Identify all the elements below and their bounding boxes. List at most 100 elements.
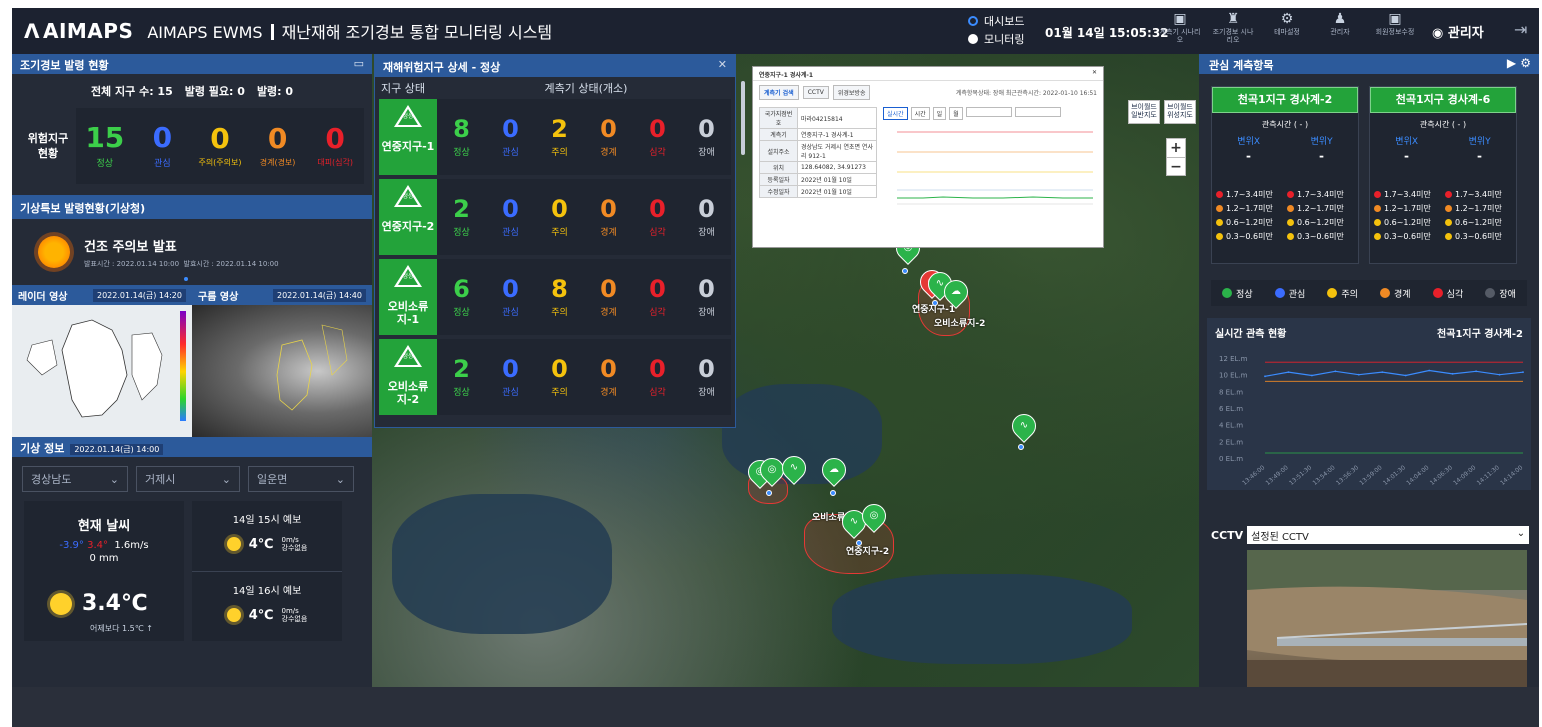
x-tick-label: 14:01:30	[1382, 464, 1407, 487]
sensor-marker[interactable]: ∿	[1007, 409, 1041, 443]
chevron-down-icon: ⌄	[1516, 528, 1526, 539]
chip-day[interactable]: 일	[932, 107, 947, 120]
instrument-count: 0 경계	[600, 355, 617, 398]
district-row[interactable]: 정상 연중지구-2 2 정상 0 관심 0 주의 0 경계 0 심각 0 장애	[379, 179, 731, 255]
data-point	[1381, 371, 1384, 374]
radar-image[interactable]	[12, 305, 192, 437]
chip-month[interactable]: 월	[949, 107, 963, 120]
realtime-header: 실시간 관측 현황 천곡1지구 경사계-2	[1207, 318, 1531, 344]
risk-normal[interactable]: 15 정상	[82, 122, 128, 170]
instrument-count: 6 정상	[453, 275, 470, 318]
chip-hour[interactable]: 시간	[910, 107, 930, 120]
tool-member-edit[interactable]: ▣ 회원정보수정	[1373, 11, 1417, 37]
current-weather: 현재 날씨 -3.9° 3.4° 1.6m/s 0 mm 3.4℃ 어제보다 1…	[24, 501, 184, 641]
info-value: 2022년 01월 10일	[797, 173, 877, 186]
tool-admin[interactable]: ♟ 관리자	[1318, 11, 1362, 37]
page-title: AIMAPS EWMS 재난재해 조기경보 통합 모니터링 시스템	[147, 19, 552, 43]
realtime-chart: 12 EL.m 10 EL.m 8 EL.m 6 EL.m 4 EL.m 2 EL.m 0 …	[1207, 344, 1531, 490]
series-line	[1264, 369, 1524, 377]
info-row: 설치주소 경상남도 거제시 연초면 연사리 912-1	[759, 140, 877, 162]
current-temp: 3.4℃	[82, 591, 148, 616]
risk-interest[interactable]: 0 관심	[139, 122, 185, 170]
district-columns: 지구 상태 계측기 상태(개소)	[381, 82, 628, 95]
risk-alert[interactable]: 0 경계(경보)	[255, 123, 301, 169]
tab-broadcast[interactable]: 위경보방송	[832, 85, 871, 100]
popup-chart-area: 실시간 시간 일 월	[883, 107, 1097, 241]
instrument-count: 0 관심	[502, 115, 519, 158]
monitor-edit-icon: ▣	[1388, 11, 1402, 27]
mode-monitoring-radio[interactable]: 모니터링	[968, 30, 1024, 48]
sensor-dot[interactable]	[932, 300, 938, 306]
status-text: 정상	[402, 273, 414, 280]
district-row[interactable]: 정상 오비소류지-1 6 정상 0 관심 8 주의 0 경계 0 심각 0 장애	[379, 259, 731, 335]
close-icon[interactable]: ✕	[718, 58, 727, 71]
cloud-image[interactable]	[192, 305, 372, 437]
tab-cctv[interactable]: CCTV	[802, 86, 829, 99]
risk-caution[interactable]: 0 주의(주의보)	[197, 123, 243, 169]
district-row[interactable]: 정상 오비소류지-2 2 정상 0 관심 0 주의 0 경계 0 심각 0 장애	[379, 339, 731, 415]
sensor-dot[interactable]	[1018, 444, 1024, 450]
data-point	[1311, 374, 1313, 377]
chip-realtime[interactable]: 실시간	[883, 107, 908, 120]
instrument-count: 0 관심	[502, 355, 519, 398]
top-bar: ᐱ AIMAPS AIMAPS EWMS 재난재해 조기경보 통합 모니터링 시스템…	[12, 8, 1539, 54]
logo[interactable]: ᐱ AIMAPS	[24, 19, 133, 43]
system-title: 재난재해 조기경보 통합 모니터링 시스템	[281, 23, 553, 42]
instrument-count: 0 관심	[502, 275, 519, 318]
weather-alert: 건조 주의보 발표 발표시간 : 2022.01.14 10:00 발효시간 :…	[12, 219, 372, 285]
sensor-dot[interactable]	[830, 490, 836, 496]
gear-icon[interactable]: ⚙	[1520, 56, 1531, 70]
tool-theme[interactable]: ⚙ 테마설정	[1265, 11, 1309, 37]
scrollbar[interactable]	[741, 81, 745, 155]
end-date-field[interactable]	[1014, 107, 1061, 117]
gauge-ranges: 1.7~3.4미만 1.7~3.4미만 1.2~1.7미만 1.2~1.7미만 …	[1212, 163, 1358, 242]
siren-icon: ♜	[1226, 11, 1240, 27]
district-name: 연중지구-2	[381, 220, 435, 233]
info-key: 수정일자	[759, 185, 798, 198]
map-satellite-button[interactable]: 브이월드 위성지도	[1164, 100, 1196, 124]
gear-icon: ⚙	[1280, 11, 1294, 27]
status-text: 정상	[402, 113, 414, 120]
info-row: 등록일자 2022년 01월 10일	[759, 173, 877, 186]
pager-dot[interactable]	[184, 277, 188, 281]
start-date-field[interactable]	[965, 107, 1012, 117]
status-legend: 정상 관심 주의 경계 심각 장애	[1211, 280, 1527, 306]
interest-header: 관심 계측항목 ▶ ⚙	[1199, 54, 1539, 74]
cctv-video[interactable]	[1247, 550, 1527, 687]
tool-warning-scenario[interactable]: ♜ 조기경보 시나리오	[1211, 11, 1255, 45]
cctv-select[interactable]: 설정된 CCTV ⌄	[1247, 526, 1530, 544]
map-normal-button[interactable]: 브이월드 일반지도	[1128, 100, 1160, 124]
close-icon[interactable]: ✕	[1092, 69, 1097, 76]
district-row[interactable]: 정상 연중지구-1 8 정상 0 관심 2 주의 0 경계 0 심각 0 장애	[379, 99, 731, 175]
gauge-card[interactable]: 천곡1지구 경사계-6 관측시간 ( - ) 변위X 변위Y -- 1.7~3.4…	[1369, 86, 1517, 264]
instrument-count: 0 주의	[551, 355, 568, 398]
logout-icon[interactable]: ⇥	[1514, 20, 1527, 39]
city-select[interactable]: 거제시 ⌄	[136, 466, 240, 492]
province-select[interactable]: 경상남도 ⌄	[22, 466, 128, 492]
window-icon[interactable]: ▭	[354, 57, 364, 70]
instrument-counts: 6 정상 0 관심 8 주의 0 경계 0 심각 0 장애	[437, 275, 731, 318]
sensor-dot[interactable]	[856, 540, 862, 546]
tool-instrument-scenario[interactable]: ▣ 계측기 시나리오	[1158, 11, 1202, 45]
sensor-dot[interactable]	[902, 268, 908, 274]
x-tick-label: 14:09:00	[1452, 464, 1477, 487]
zoom-out-button[interactable]: −	[1167, 157, 1185, 175]
gauge-card[interactable]: 천곡1지구 경사계-2 관측시간 ( - ) 변위X 변위Y -- 1.7~3.4…	[1211, 86, 1359, 264]
zoom-control: + −	[1166, 138, 1186, 176]
tab-instrument-search[interactable]: 계측기 검색	[759, 85, 799, 100]
mode-dashboard-radio[interactable]: 대시보드	[968, 12, 1024, 30]
zoom-in-button[interactable]: +	[1167, 139, 1185, 157]
town-select[interactable]: 일운면 ⌄	[248, 466, 354, 492]
legend-item: 심각	[1432, 287, 1463, 300]
district-detail-header: 재해위험지구 상세 - 정상 ✕	[375, 55, 735, 77]
legend-item: 정상	[1222, 287, 1253, 300]
sensor-dot[interactable]	[766, 490, 772, 496]
gauge-title: 천곡1지구 경사계-6	[1370, 87, 1516, 113]
user-menu[interactable]: ◉ 관리자	[1432, 22, 1484, 41]
info-key: 계측기	[759, 128, 798, 141]
district-name: 오비소류지-1	[387, 300, 429, 327]
risk-evacuate[interactable]: 0 대피(심각)	[312, 123, 358, 169]
y-tick-label: 0 EL.m	[1219, 455, 1243, 463]
play-icon[interactable]: ▶	[1507, 56, 1516, 70]
risk-grid: 15 정상 0 관심 0 주의(주의보) 0 경계(경보) 0 대피(심각)	[76, 108, 364, 184]
